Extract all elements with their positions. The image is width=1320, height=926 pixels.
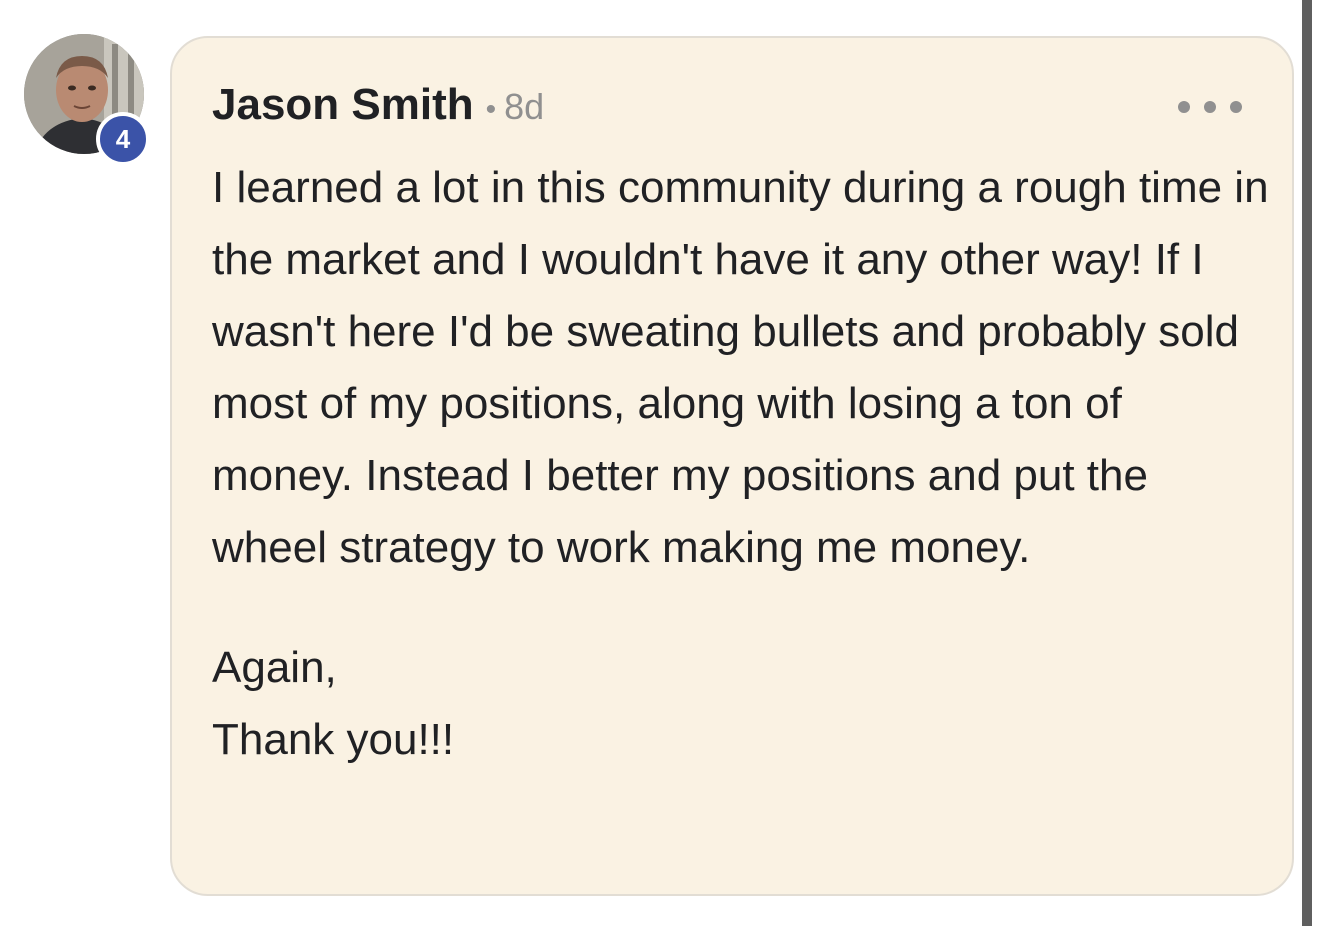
level-badge: 4	[96, 112, 150, 166]
comment-line-again: Again,	[212, 643, 337, 692]
more-horizontal-icon-dot	[1230, 101, 1242, 113]
comment-card: Jason Smith • 8d I learned a lot in this…	[170, 36, 1294, 896]
comment-thread: 4 Jason Smith • 8d I learned a lot in th…	[0, 0, 1320, 926]
more-horizontal-icon-dot	[1178, 101, 1190, 113]
more-horizontal-icon-dot	[1204, 101, 1216, 113]
comment-body: I learned a lot in this community during…	[212, 152, 1272, 776]
comment-line-thanks: Thank you!!!	[212, 715, 455, 764]
scrollbar[interactable]	[1302, 0, 1312, 926]
comment-paragraph: I learned a lot in this community during…	[212, 163, 1269, 572]
author-name[interactable]: Jason Smith	[212, 80, 474, 130]
author-avatar-container[interactable]: 4	[24, 34, 150, 166]
more-options-button[interactable]	[1178, 90, 1242, 124]
comment-timestamp[interactable]: 8d	[504, 86, 544, 128]
meta-separator: •	[485, 93, 497, 126]
comment-header: Jason Smith • 8d	[212, 80, 544, 130]
